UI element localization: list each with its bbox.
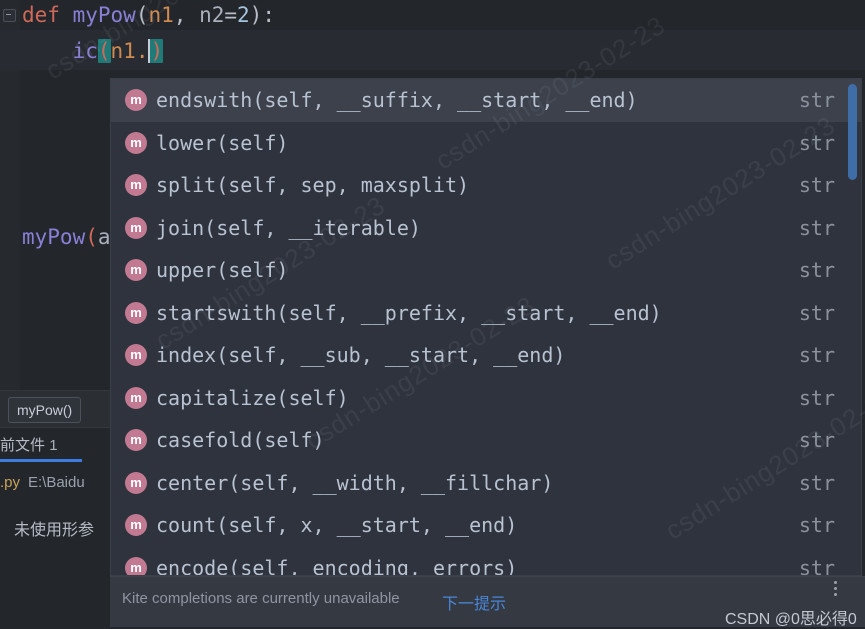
completion-item-signature: encode(self, encoding, errors) (156, 555, 518, 576)
method-icon: m (125, 301, 147, 324)
completion-item-return-type: str (798, 513, 835, 538)
completion-item[interactable]: m lower(self) str (111, 122, 861, 165)
completion-item-return-type: str (798, 215, 835, 240)
completion-item-return-type: str (798, 343, 835, 368)
completion-item-signature: split(self, sep, maxsplit) (156, 173, 470, 198)
completion-item-signature: casefold(self) (156, 428, 325, 453)
completion-item-return-type: str (798, 555, 835, 576)
token-invoke-name: myPow (22, 225, 86, 249)
file-extension-label: .py (0, 474, 21, 491)
completion-item-return-type: str (798, 428, 835, 453)
completion-item-return-type: str (798, 258, 835, 283)
completion-item[interactable]: m casefold(self) str (111, 419, 861, 462)
code-line-def[interactable]: def myPow(n1, n2=2): (22, 0, 275, 33)
method-icon: m (125, 386, 147, 409)
method-icon: m (125, 131, 147, 154)
breadcrumb-bar: myPow() (0, 390, 110, 428)
token-open-paren: ( (135, 3, 149, 27)
method-icon: m (125, 89, 147, 112)
completion-item-signature: join(self, __iterable) (156, 215, 421, 240)
inspection-file-row[interactable]: .py E:\Baidu (0, 474, 110, 500)
method-icon: m (125, 514, 147, 537)
method-icon: m (125, 216, 147, 239)
token-function-name: myPow (72, 3, 136, 27)
completion-item-signature: center(self, __width, __fillchar) (156, 470, 554, 495)
code-completion-popup[interactable]: m endswith(self, __suffix, __start, __end… (110, 78, 862, 576)
inspection-warning-label: 未使用形参 (14, 522, 95, 539)
token-param-n1: n1 (148, 3, 174, 27)
inspection-warning-row[interactable]: 未使用形参 (0, 516, 112, 542)
token-dot: . (135, 39, 149, 63)
code-line-call[interactable]: ic(n1.) (22, 33, 164, 69)
completion-item[interactable]: m upper(self) str (111, 249, 861, 292)
completion-item[interactable]: m encode(self, encoding, errors) str (111, 547, 861, 576)
completion-item[interactable]: m capitalize(self) str (111, 377, 861, 420)
inspection-tab-text: 前文件 (0, 437, 46, 454)
completion-item[interactable]: m center(self, __width, __fillchar) str (111, 462, 861, 505)
completion-item[interactable]: m split(self, sep, maxsplit) str (111, 164, 861, 207)
method-icon: m (125, 471, 147, 494)
completion-item-return-type: str (798, 385, 835, 410)
completion-item-signature: startswith(self, __prefix, __start, __en… (156, 300, 662, 325)
token-keyword-def: def (22, 3, 60, 27)
file-path-label: E:\Baidu (28, 474, 85, 491)
method-icon: m (125, 174, 147, 197)
code-fold-marker[interactable] (3, 9, 16, 22)
csdn-watermark: CSDN @0思必得0 (725, 611, 857, 628)
completion-item-return-type: str (798, 300, 835, 325)
inspection-tab-label: 前文件 1 (0, 434, 58, 455)
token-call-prefix: ic (72, 39, 98, 63)
kite-status-message: Kite completions are currently unavailab… (122, 590, 400, 607)
completion-item-signature: count(self, x, __start, __end) (156, 513, 518, 538)
method-icon: m (125, 259, 147, 282)
token-invoke-open-paren: ( (85, 225, 98, 249)
method-icon: m (125, 344, 147, 367)
token-number: 2 (237, 3, 250, 27)
inspection-tab[interactable]: 前文件 1 (0, 434, 110, 464)
ide-window: def myPow(n1, n2=2): ic(n1.) myPow(a myP… (0, 0, 865, 628)
token-matching-open-paren: ( (97, 39, 111, 63)
completion-item-return-type: str (798, 470, 835, 495)
token-matching-close-paren: ) (150, 39, 164, 63)
completion-item[interactable]: m startswith(self, __prefix, __start, __e… (111, 292, 861, 335)
completion-scrollbar[interactable] (848, 84, 857, 180)
token-arg-n1: n1 (110, 39, 136, 63)
completion-item-signature: capitalize(self) (156, 385, 349, 410)
kite-status-bar: Kite completions are currently unavailab… (110, 576, 865, 628)
completion-item[interactable]: m index(self, __sub, __start, __end) str (111, 334, 861, 377)
breadcrumb-mypow[interactable]: myPow() (8, 397, 82, 423)
kite-next-tip-link[interactable]: 下一提示 (442, 590, 506, 614)
completion-item-signature: endswith(self, __suffix, __start, __end) (156, 88, 638, 113)
completion-list[interactable]: m endswith(self, __suffix, __start, __end… (111, 79, 861, 576)
completion-item[interactable]: m count(self, x, __start, __end) str (111, 504, 861, 547)
token-param-n2: n2 (199, 3, 225, 27)
completion-item[interactable]: m join(self, __iterable) str (111, 207, 861, 250)
inspection-tab-count: 1 (49, 437, 58, 454)
method-icon: m (125, 429, 147, 452)
completion-item-signature: lower(self) (156, 130, 289, 155)
method-icon: m (125, 556, 147, 575)
token-invoke-arg: a (97, 225, 111, 249)
active-tab-indicator (0, 459, 82, 462)
code-line-invoke[interactable]: myPow(a (22, 219, 111, 255)
completion-item-signature: upper(self) (156, 258, 289, 283)
more-vertical-icon[interactable] (827, 581, 843, 603)
completion-item-signature: index(self, __sub, __start, __end) (156, 343, 566, 368)
completion-item[interactable]: m endswith(self, __suffix, __start, __end… (111, 79, 861, 122)
